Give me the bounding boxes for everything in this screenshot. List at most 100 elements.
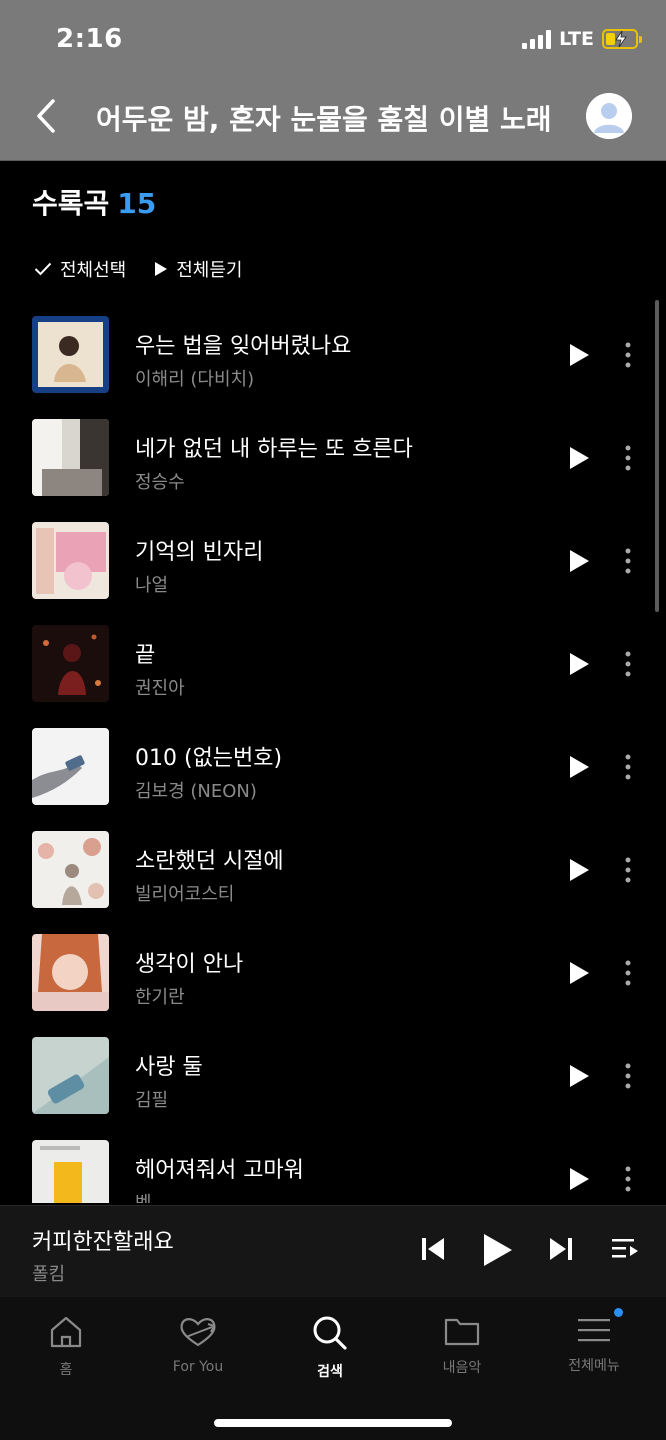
tab-label: 홈 xyxy=(59,1362,73,1378)
album-art xyxy=(32,1037,109,1114)
signal-icon xyxy=(522,29,552,49)
play-icon[interactable] xyxy=(564,547,592,575)
song-title: 우는 법을 잊어버렸나요 xyxy=(135,334,352,359)
song-artist: 벤 xyxy=(135,1189,152,1203)
play-icon[interactable] xyxy=(564,1165,592,1193)
play-all-label: 전체듣기 xyxy=(176,260,243,281)
album-art xyxy=(32,419,109,496)
tab-my-music[interactable]: 내음악 xyxy=(396,1315,528,1395)
list-item[interactable]: 헤어져줘서 고마워 벤 xyxy=(0,1127,666,1203)
song-artist: 빌리어코스티 xyxy=(135,884,235,905)
tracklist-label: 수록곡 xyxy=(32,187,110,220)
song-artist: 김보경 (NEON) xyxy=(135,781,257,802)
more-vertical-icon[interactable] xyxy=(616,650,640,678)
play-icon[interactable] xyxy=(564,1062,592,1090)
select-all-button[interactable]: 전체선택 xyxy=(34,256,126,282)
tab-label: For You xyxy=(172,1359,224,1375)
track-count: 15 xyxy=(117,187,157,220)
song-artist: 정승수 xyxy=(135,472,185,493)
user-icon xyxy=(586,93,632,139)
list-item[interactable]: 010 (없는번호) 김보경 (NEON) xyxy=(0,715,666,818)
list-item[interactable]: 우는 법을 잊어버렸나요 이해리 (다비치) xyxy=(0,303,666,406)
playlist-header: 어두운 밤, 혼자 눈물을 훔칠 이별 노래 xyxy=(0,80,666,161)
play-icon[interactable] xyxy=(564,753,592,781)
tracklist-heading: 수록곡 15 xyxy=(32,182,156,222)
more-vertical-icon[interactable] xyxy=(616,1165,640,1193)
album-art xyxy=(32,316,109,393)
now-playing-title: 커피한잔할래요 xyxy=(32,1230,174,1255)
home-indicator xyxy=(214,1419,452,1427)
album-art xyxy=(32,934,109,1011)
heart-arrow-icon xyxy=(180,1318,216,1347)
mini-player[interactable]: 커피한잔할래요 폴킴 xyxy=(0,1205,666,1297)
battery-icon xyxy=(602,29,642,49)
album-art xyxy=(32,728,109,805)
album-art xyxy=(32,831,109,908)
playlist-queue-icon[interactable] xyxy=(610,1234,640,1264)
more-vertical-icon[interactable] xyxy=(616,341,640,369)
song-list[interactable]: 우는 법을 잊어버렸나요 이해리 (다비치) 네가 없던 내 하루는 또 흐른다… xyxy=(0,303,666,1203)
previous-icon[interactable] xyxy=(420,1234,446,1264)
folder-icon xyxy=(444,1318,480,1346)
list-actions: 전체선택 전체듣기 xyxy=(34,256,243,282)
song-artist: 이해리 (다비치) xyxy=(135,369,255,390)
tab-label: 검색 xyxy=(317,1364,343,1380)
list-item[interactable]: 기억의 빈자리 나얼 xyxy=(0,509,666,612)
more-vertical-icon[interactable] xyxy=(616,856,640,884)
page-title: 어두운 밤, 혼자 눈물을 훔칠 이별 노래 xyxy=(96,103,552,136)
song-title: 소란했던 시절에 xyxy=(135,849,284,874)
list-item[interactable]: 소란했던 시절에 빌리어코스티 xyxy=(0,818,666,921)
check-icon xyxy=(34,262,52,276)
play-icon[interactable] xyxy=(564,444,592,472)
song-title: 생각이 안나 xyxy=(135,952,244,977)
play-icon[interactable] xyxy=(564,959,592,987)
now-playing-artist: 폴킴 xyxy=(32,1264,66,1285)
list-item[interactable]: 생각이 안나 한기란 xyxy=(0,921,666,1024)
back-button[interactable] xyxy=(24,94,68,138)
avatar[interactable] xyxy=(586,93,632,139)
chevron-left-icon xyxy=(37,99,55,133)
song-title: 네가 없던 내 하루는 또 흐른다 xyxy=(135,437,413,462)
tab-search[interactable]: 검색 xyxy=(264,1315,396,1395)
song-artist: 나얼 xyxy=(135,575,169,596)
more-vertical-icon[interactable] xyxy=(616,547,640,575)
status-time: 2:16 xyxy=(56,24,123,54)
scrollbar[interactable] xyxy=(655,300,659,612)
select-all-label: 전체선택 xyxy=(60,260,127,281)
play-icon[interactable] xyxy=(564,856,592,884)
song-artist: 한기란 xyxy=(135,987,185,1008)
song-title: 끝 xyxy=(135,643,156,668)
play-icon[interactable] xyxy=(564,341,592,369)
tab-for-you[interactable]: For You xyxy=(132,1315,264,1395)
next-icon[interactable] xyxy=(548,1234,574,1264)
more-vertical-icon[interactable] xyxy=(616,959,640,987)
menu-icon xyxy=(578,1319,610,1342)
play-icon xyxy=(155,262,168,276)
more-vertical-icon[interactable] xyxy=(616,753,640,781)
status-indicators: LTE xyxy=(522,28,642,50)
song-title: 사랑 둘 xyxy=(135,1055,203,1080)
play-all-button[interactable]: 전체듣기 xyxy=(154,256,243,282)
tab-home[interactable]: 홈 xyxy=(0,1315,132,1395)
tab-label: 전체메뉴 xyxy=(568,1358,620,1374)
album-art xyxy=(32,522,109,599)
play-icon[interactable] xyxy=(480,1232,514,1268)
more-vertical-icon[interactable] xyxy=(616,1062,640,1090)
tab-label: 내음악 xyxy=(442,1360,482,1376)
network-label: LTE xyxy=(559,28,594,50)
more-vertical-icon[interactable] xyxy=(616,444,640,472)
search-icon xyxy=(313,1316,347,1350)
song-artist: 권진아 xyxy=(135,678,185,699)
tab-all-menu[interactable]: 전체메뉴 xyxy=(528,1315,660,1395)
play-icon[interactable] xyxy=(564,650,592,678)
song-title: 기억의 빈자리 xyxy=(135,540,264,565)
song-title: 010 (없는번호) xyxy=(135,746,283,771)
list-item[interactable]: 사랑 둘 김필 xyxy=(0,1024,666,1127)
status-bar: 2:16 LTE xyxy=(0,0,666,80)
notification-dot xyxy=(614,1308,623,1317)
list-item[interactable]: 끝 권진아 xyxy=(0,612,666,715)
home-icon xyxy=(50,1316,82,1348)
album-art xyxy=(32,1140,109,1203)
song-title: 헤어져줘서 고마워 xyxy=(135,1158,304,1183)
list-item[interactable]: 네가 없던 내 하루는 또 흐른다 정승수 xyxy=(0,406,666,509)
